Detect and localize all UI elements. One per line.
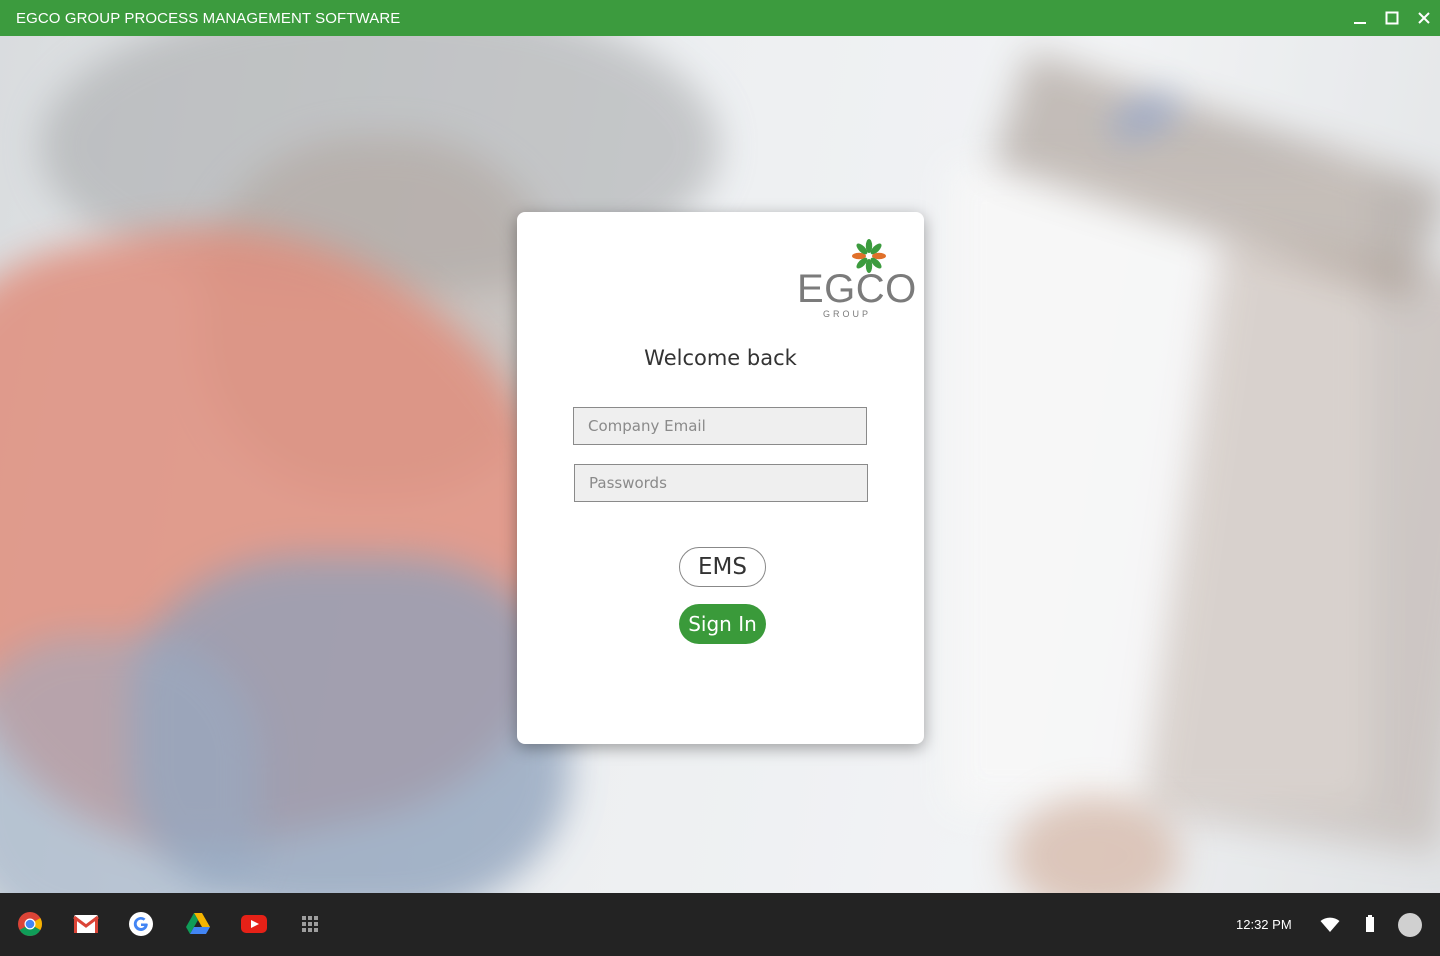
egco-logo: EGCO GROUP: [797, 238, 917, 320]
password-field[interactable]: [574, 464, 868, 502]
wifi-icon[interactable]: [1320, 917, 1340, 938]
account-avatar[interactable]: [1397, 912, 1423, 943]
window-titlebar: EGCO GROUP PROCESS MANAGEMENT SOFTWARE: [0, 0, 1440, 36]
battery-icon[interactable]: [1365, 915, 1375, 938]
logo-wordmark: EGCO: [797, 267, 917, 311]
maximize-icon[interactable]: [1376, 0, 1408, 36]
clock[interactable]: 12:32 PM: [1236, 917, 1292, 932]
chrome-icon[interactable]: [15, 909, 45, 939]
window-title: EGCO GROUP PROCESS MANAGEMENT SOFTWARE: [16, 9, 401, 27]
minimize-icon[interactable]: [1344, 0, 1376, 36]
app-launcher-icon[interactable]: [295, 909, 325, 939]
drive-icon[interactable]: [183, 909, 213, 939]
ems-button[interactable]: EMS: [679, 547, 766, 587]
close-icon[interactable]: [1408, 0, 1440, 36]
taskbar: 12:32 PM: [0, 893, 1440, 956]
logo-subtitle: GROUP: [822, 309, 871, 319]
youtube-icon[interactable]: [239, 909, 269, 939]
window-controls: [1344, 0, 1440, 36]
sign-in-button[interactable]: Sign In: [679, 604, 766, 644]
email-field[interactable]: [573, 407, 867, 445]
gmail-icon[interactable]: [71, 909, 101, 939]
google-icon[interactable]: [126, 909, 156, 939]
page-title: Welcome back: [644, 346, 797, 370]
